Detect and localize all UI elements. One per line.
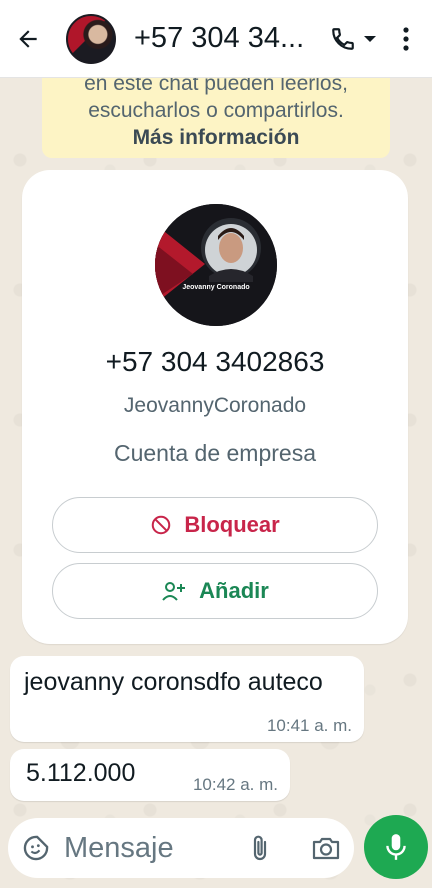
sticker-button[interactable]: [8, 818, 64, 878]
more-info-link[interactable]: Más información: [42, 124, 390, 151]
microphone-icon: [386, 834, 406, 860]
dropdown-caret-icon: [364, 35, 376, 42]
attach-button[interactable]: [242, 818, 278, 878]
chat-header: +57 304 34...: [0, 0, 432, 78]
phone-icon: [332, 27, 354, 50]
message-time: 10:41 a. m.: [266, 716, 352, 735]
message-time: 10:42 a. m.: [192, 775, 278, 794]
contact-title[interactable]: +57 304 34...: [134, 22, 310, 55]
add-contact-button[interactable]: Añadir: [52, 563, 378, 619]
back-button[interactable]: [0, 0, 56, 78]
menu-button[interactable]: [390, 19, 422, 59]
notice-line-2: escucharlos o compartirlos.: [88, 99, 344, 122]
message-bubble[interactable]: 5.112.000 10:42 a. m.: [10, 749, 290, 801]
call-options-button[interactable]: [360, 19, 380, 59]
message-bubble[interactable]: jeovanny coronsdfo auteco 10:41 a. m.: [10, 656, 364, 742]
camera-icon: [312, 837, 340, 860]
block-icon: [152, 515, 171, 535]
camera-button[interactable]: [304, 818, 348, 878]
message-input[interactable]: Mensaje: [64, 832, 234, 865]
voice-message-button[interactable]: [364, 815, 428, 879]
message-text: jeovanny coronsdfo auteco: [24, 668, 323, 696]
sticker-icon: [23, 835, 49, 861]
encryption-notice[interactable]: en este chat pueden leerlos, escucharlos…: [42, 64, 390, 158]
block-label: Bloquear: [184, 512, 280, 537]
block-button[interactable]: Bloquear: [52, 497, 378, 553]
message-text: 5.112.000: [26, 759, 136, 787]
call-button[interactable]: [326, 19, 360, 59]
contact-info-card: Jeovanny Coronado +57 304 3402863 Jeovan…: [22, 170, 408, 644]
contact-phone: +57 304 3402863: [105, 346, 325, 377]
more-vert-icon: [403, 26, 409, 51]
profile-photo[interactable]: Jeovanny Coronado: [155, 204, 277, 326]
add-label: Añadir: [199, 578, 269, 603]
header-actions: [326, 19, 422, 59]
message-composer: Mensaje: [8, 818, 354, 878]
contact-username: JeovannyCoronado: [123, 394, 307, 417]
add-person-icon: [162, 582, 186, 601]
paperclip-icon: [253, 835, 267, 861]
account-type: Cuenta de empresa: [113, 440, 316, 466]
back-arrow-icon: [19, 29, 37, 48]
profile-photo-caption: Jeovanny Coronado: [182, 284, 250, 291]
contact-avatar[interactable]: [66, 13, 116, 64]
